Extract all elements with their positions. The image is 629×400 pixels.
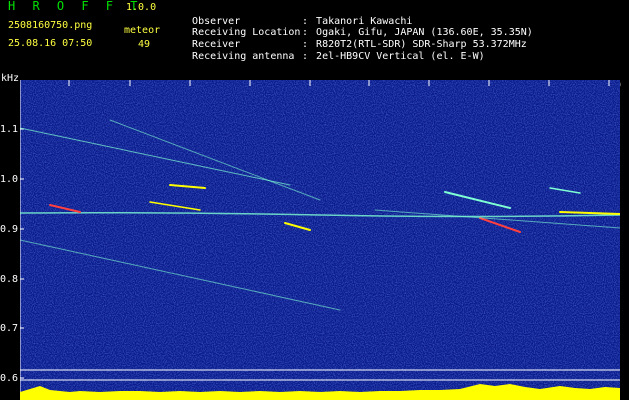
y-tick: 0.6 <box>0 373 19 384</box>
y-tick: 1.0 <box>0 174 19 185</box>
info-value: 2el-HB9CV Vertical (el. E-W) <box>316 51 485 62</box>
y-tick: 1.1 <box>0 124 19 135</box>
info-label: Receiving antenna <box>192 51 295 62</box>
info-row-antenna: Receiving antenna:2el-HB9CV Vertical (el… <box>192 51 485 62</box>
date-time: 25.08.16 07:50 <box>8 38 93 49</box>
app-brand: H R O F F T <box>8 0 143 13</box>
y-tick: 0.8 <box>0 274 19 285</box>
y-tick: 0.7 <box>0 323 19 334</box>
app-version: 1.0.0 <box>126 2 157 13</box>
detector-label: meteor <box>124 25 161 36</box>
detector-count: 49 <box>138 39 151 50</box>
y-tick: 0.9 <box>0 224 19 235</box>
file-name: 2508160750.png <box>8 20 93 31</box>
spectrogram <box>20 80 620 400</box>
axis-unit: kHz <box>1 73 20 84</box>
